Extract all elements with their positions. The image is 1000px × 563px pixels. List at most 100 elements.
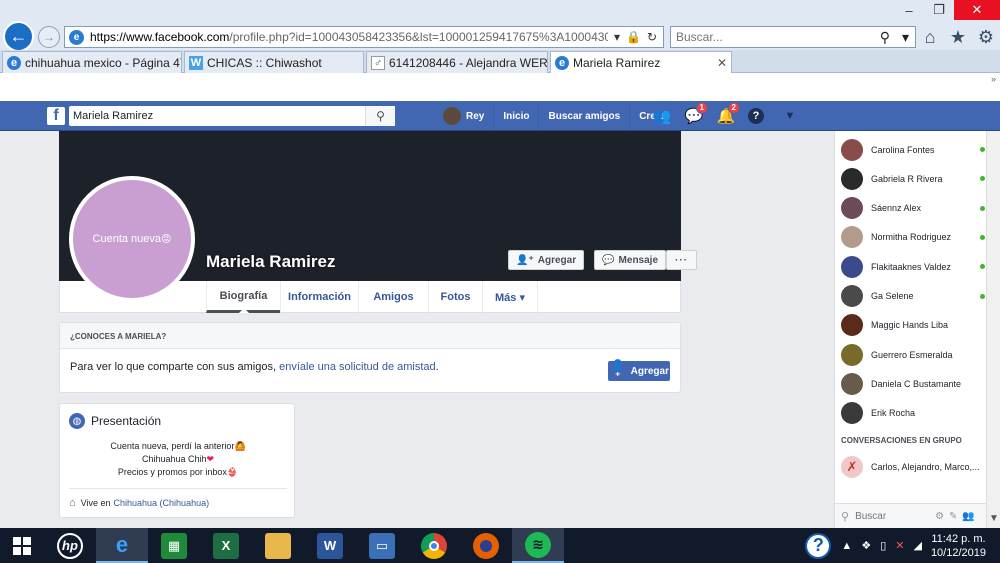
system-tray: ? ▲ ❖ ▯ ✕ ◢ 11:42 p. m. 10/12/2019 xyxy=(805,528,1000,563)
group-icon[interactable]: 👥 xyxy=(962,511,974,522)
clock-date: 10/12/2019 xyxy=(930,546,986,559)
emoji-icon: 😡 xyxy=(161,233,172,245)
friend-requests-icon[interactable]: 👥 xyxy=(652,107,672,125)
chevrons-icon: » xyxy=(990,74,996,84)
message-button[interactable]: 💬 Mensaje xyxy=(594,250,667,270)
search-icon[interactable]: ⚲ xyxy=(365,106,395,126)
taskbar-network[interactable]: ▭ xyxy=(356,528,408,563)
settings-gear-icon[interactable]: ⚙ xyxy=(976,26,996,48)
taskbar-file-explorer[interactable] xyxy=(252,528,304,563)
compose-icon[interactable]: ✎ xyxy=(949,511,957,522)
chat-contact[interactable]: Gabriela R Rivera xyxy=(835,164,985,193)
chat-contact[interactable]: Maggic Hands Liba xyxy=(835,311,985,340)
send-friend-request-link[interactable]: envíale una solicitud de amistad xyxy=(279,361,436,373)
avatar xyxy=(841,402,863,425)
nav-find-friends-link[interactable]: Buscar amigos xyxy=(539,101,631,131)
tab-timeline[interactable]: Biografía xyxy=(206,281,280,313)
network-off-icon[interactable]: ✕ xyxy=(895,539,904,552)
chat-contact[interactable]: Daniela C Bustamante xyxy=(835,369,985,398)
restore-button[interactable]: ❐ xyxy=(924,0,954,20)
refresh-icon[interactable]: ↻ xyxy=(647,30,657,44)
facebook-logo-icon[interactable]: f xyxy=(47,107,65,125)
more-options-button[interactable]: ··· xyxy=(666,250,698,270)
back-button[interactable]: ← xyxy=(3,21,34,52)
tab-more[interactable]: Más ▾ xyxy=(482,281,538,313)
address-bar[interactable]: e https://www.facebook.com/profile.php?i… xyxy=(64,26,664,48)
profile-picture[interactable]: Cuenta nueva 😡 xyxy=(69,176,195,302)
chevron-down-icon[interactable]: ▾ xyxy=(896,29,915,46)
chrome-icon xyxy=(421,532,447,559)
taskbar-hp[interactable]: hp xyxy=(44,528,96,563)
help-button[interactable]: ? xyxy=(748,108,768,124)
gear-icon[interactable]: ⚙ xyxy=(935,511,944,522)
messenger-icon[interactable]: 💬 1 xyxy=(684,102,708,125)
start-button[interactable] xyxy=(0,528,44,563)
tab-about[interactable]: Información xyxy=(280,281,358,313)
browser-tab[interactable]: ♂ 6141208446 - Alejandra WERIT... xyxy=(366,51,548,73)
lives-in-link[interactable]: Chihuahua (Chihuahua) xyxy=(114,498,210,508)
add-user-icon: 👤⁺ xyxy=(611,360,625,382)
online-status-dot xyxy=(980,176,985,182)
taskbar-internet-explorer[interactable]: e xyxy=(96,528,148,563)
chat-search-input[interactable] xyxy=(855,510,936,522)
home-icon[interactable]: ⌂ xyxy=(920,26,940,48)
group-conversation[interactable]: ✗ Carlos, Alejandro, Marco,... xyxy=(835,452,980,481)
taskbar-calculator[interactable]: ▦ xyxy=(148,528,200,563)
browser-tab-active[interactable]: e Mariela Ramirez ✕ xyxy=(550,51,732,74)
dropbox-icon[interactable]: ❖ xyxy=(861,539,871,552)
windows-logo-icon xyxy=(13,536,31,555)
chevron-down-icon[interactable]: ▼ xyxy=(989,513,999,524)
avatar xyxy=(841,167,863,190)
page-scrollbar[interactable]: ▼ xyxy=(986,131,1000,528)
close-tab-icon[interactable]: ✕ xyxy=(711,56,727,70)
clock[interactable]: 11:42 p. m. 10/12/2019 xyxy=(931,532,986,560)
browser-search-input[interactable] xyxy=(676,30,874,44)
chat-contact[interactable]: Ga Selene xyxy=(835,282,985,311)
chat-contact[interactable]: Sáennz Alex xyxy=(835,194,985,223)
add-friend-button-secondary[interactable]: 👤⁺ Agregar xyxy=(608,360,670,382)
url-path: /profile.php?id=100043058423356&lst=1000… xyxy=(229,30,608,44)
help-question-icon[interactable]: ? xyxy=(805,532,832,559)
search-icon[interactable]: ⚲ xyxy=(874,29,896,46)
know-text-period: . xyxy=(435,361,439,373)
chat-contact[interactable]: Flakitaaknes Valdez xyxy=(835,252,985,281)
browser-search-box[interactable]: ⚲ ▾ xyxy=(670,26,916,48)
know-text-body: Para ver lo que comparte con sus amigos, xyxy=(70,361,280,373)
forward-button[interactable]: → xyxy=(38,26,60,48)
chat-contact[interactable]: Guerrero Esmeralda xyxy=(835,340,985,369)
volume-icon[interactable]: ◢ xyxy=(913,539,921,552)
battery-icon[interactable]: ▯ xyxy=(880,539,886,552)
nav-home-link[interactable]: Inicio xyxy=(494,101,540,131)
tray-chevron-up-icon[interactable]: ▲ xyxy=(841,540,852,552)
page-top-strip xyxy=(0,73,1000,101)
close-window-button[interactable]: ✕ xyxy=(954,0,1000,20)
chat-contact[interactable]: Erik Rocha xyxy=(835,399,985,428)
browser-tab[interactable]: W CHICAS :: Chiwashot xyxy=(184,51,364,73)
account-menu-chevron-icon[interactable]: ▼ xyxy=(780,110,800,122)
know-heading: ¿CONOCES A MARIELA? xyxy=(60,323,680,349)
fb-search-box[interactable]: ⚲ xyxy=(69,106,395,126)
minimize-button[interactable]: – xyxy=(894,0,924,20)
add-friend-button[interactable]: 👤⁺ Agregar xyxy=(508,250,585,270)
tab-photos[interactable]: Fotos xyxy=(428,281,482,313)
intro-title: Presentación xyxy=(91,414,162,428)
chat-contact[interactable]: Carolina Fontes xyxy=(835,135,985,164)
browser-tab[interactable]: e chihuahua mexico - Página 47... xyxy=(2,51,182,73)
taskbar-excel[interactable]: X xyxy=(200,528,252,563)
tab-friends[interactable]: Amigos xyxy=(358,281,428,313)
taskbar-word[interactable]: W xyxy=(304,528,356,563)
notifications-bell-icon[interactable]: 🔔 2 xyxy=(716,102,740,125)
spotify-icon: ≋ xyxy=(525,531,551,558)
nav-profile-link[interactable]: Rey xyxy=(434,101,495,131)
taskbar-firefox[interactable] xyxy=(460,528,512,563)
fb-search-input[interactable] xyxy=(69,110,365,122)
arrow-left-icon: ← xyxy=(9,26,28,46)
avatar xyxy=(841,372,863,395)
favorites-star-icon[interactable]: ★ xyxy=(948,26,968,48)
taskbar-spotify[interactable]: ≋ xyxy=(512,528,564,563)
taskbar-chrome[interactable] xyxy=(408,528,460,563)
chat-contact[interactable]: Normitha Rodriguez xyxy=(835,223,985,252)
lock-icon[interactable]: 🔒 xyxy=(626,30,641,44)
dropdown-icon[interactable]: ▾ xyxy=(614,30,620,44)
folder-icon xyxy=(265,532,291,559)
